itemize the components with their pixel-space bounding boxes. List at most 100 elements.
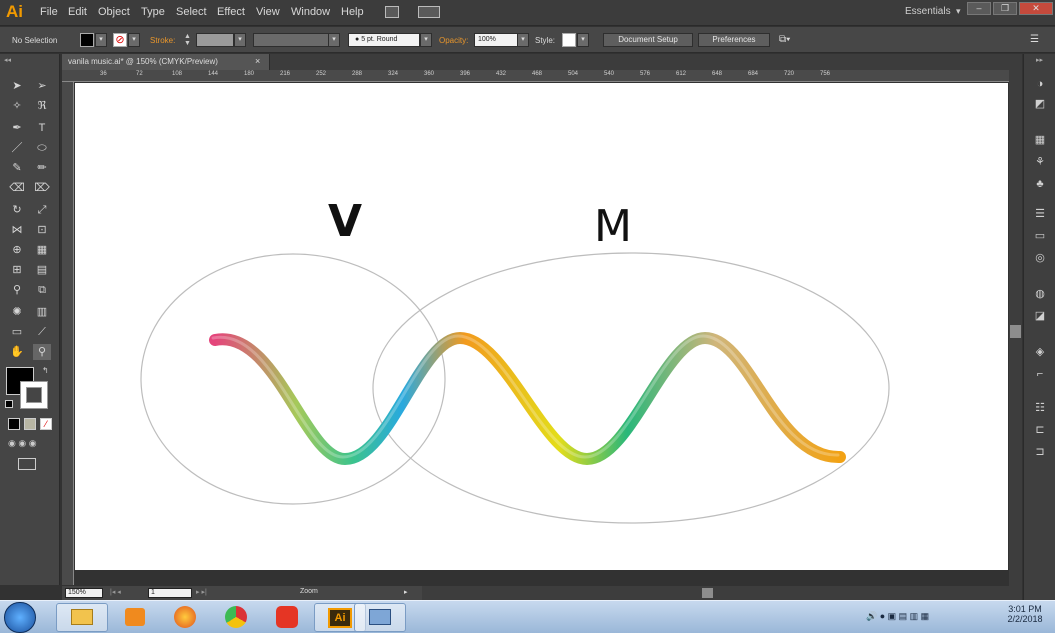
width-tool-icon[interactable]: ⋈ (8, 222, 26, 238)
artboard-tool-icon[interactable]: ▭ (8, 324, 26, 340)
ellipse-tool-icon[interactable]: ⬭ (33, 140, 51, 156)
stroke-weight-dropdown[interactable]: ▾ (234, 33, 246, 47)
scale-tool-icon[interactable]: ⤢ (33, 202, 51, 218)
menu-file[interactable]: File (40, 6, 58, 18)
align-panel-icon[interactable]: ☷ (1031, 400, 1049, 416)
direct-selection-tool-icon[interactable]: ➢ (33, 78, 51, 94)
acrobat-taskbar-icon[interactable] (262, 603, 314, 632)
pen-tool-icon[interactable]: ✒ (8, 120, 26, 136)
menu-type[interactable]: Type (141, 6, 165, 18)
appearance-panel-icon[interactable]: ◍ (1031, 286, 1049, 302)
opacity-field[interactable]: 100% (474, 33, 518, 47)
blend-tool-icon[interactable]: ⧉ (33, 282, 51, 298)
column-graph-tool-icon[interactable]: ▥ (33, 304, 51, 320)
screen-mode-icon[interactable] (18, 458, 36, 470)
color-guide-icon[interactable]: ◩ (1031, 96, 1049, 112)
vertical-ruler[interactable] (62, 82, 74, 585)
stroke-weight-field[interactable] (196, 33, 234, 47)
menu-window[interactable]: Window (291, 6, 330, 18)
artboard-number-field[interactable]: 1 (148, 588, 192, 598)
rotate-tool-icon[interactable]: ↻ (8, 202, 26, 218)
style-swatch[interactable] (562, 33, 576, 47)
opacity-dropdown[interactable]: ▾ (517, 33, 529, 47)
stroke-weight-stepper[interactable]: ▲ ▼ (184, 33, 194, 47)
gradient-mode-icon[interactable] (24, 418, 36, 430)
magic-wand-tool-icon[interactable]: ✧ (8, 98, 26, 114)
drawing-modes-icon[interactable]: ◉ ◉ ◉ (8, 438, 37, 449)
gradient-tool-icon[interactable]: ▤ (33, 262, 51, 278)
artboards-panel-icon[interactable]: ⌐ (1031, 366, 1049, 382)
menu-view[interactable]: View (256, 6, 280, 18)
swap-colors-icon[interactable]: ↰ (42, 366, 49, 375)
horizontal-ruler[interactable]: 36 72 108 144 180 216 252 288 324 360 39… (62, 70, 1012, 82)
stroke-dropdown[interactable]: ▾ (128, 33, 140, 47)
explorer-taskbar-icon[interactable] (56, 603, 108, 632)
line-tool-icon[interactable]: ／ (8, 140, 26, 156)
stroke-swatch[interactable]: ⊘ (113, 33, 127, 47)
shape-builder-tool-icon[interactable]: ⊕ (8, 242, 26, 258)
arrange-documents-icon[interactable] (418, 6, 440, 18)
zoom-tool-icon[interactable]: ⚲ (33, 344, 51, 360)
workspace-switcher[interactable]: Essentials (905, 6, 951, 17)
selection-tool-icon[interactable]: ➤ (8, 78, 26, 94)
chrome-taskbar-icon[interactable] (211, 603, 263, 632)
collapse-icon[interactable]: ◂◂ (4, 56, 11, 64)
slice-tool-icon[interactable]: ⟋ (33, 324, 51, 340)
pencil-tool-icon[interactable]: ✏ (33, 160, 51, 176)
document-setup-button[interactable]: Document Setup (603, 33, 693, 47)
tray-icons[interactable]: 🔊 ● ▣ ▤ ▥ ▦ (866, 611, 929, 622)
symbols-panel-icon[interactable]: ♣ (1031, 176, 1049, 192)
minimize-button[interactable]: – (967, 2, 991, 15)
opacity-label[interactable]: Opacity: (439, 36, 468, 45)
taskbar-clock[interactable]: 3:01 PM 2/2/2018 (995, 604, 1055, 624)
horizontal-scroll-thumb[interactable] (702, 588, 713, 598)
menu-object[interactable]: Object (98, 6, 130, 18)
stroke-panel-icon[interactable]: ☰ (1031, 206, 1049, 222)
arrange-icon[interactable]: ⧉▾ (779, 34, 790, 45)
first-artboard-icon[interactable]: |◂ ◂ (110, 588, 121, 596)
panel-menu-icon[interactable]: ☰ (1030, 34, 1039, 45)
stroke-color-swatch[interactable] (20, 381, 48, 409)
artboard[interactable]: V M (75, 83, 1008, 570)
gradient-panel-icon[interactable]: ▭ (1031, 228, 1049, 244)
next-artboard-icon[interactable]: ▸ ▸| (196, 588, 207, 596)
workspace-chevron-icon[interactable]: ▾ (956, 6, 961, 17)
menu-edit[interactable]: Edit (68, 6, 87, 18)
symbol-sprayer-tool-icon[interactable]: ✺ (8, 304, 26, 320)
restore-button[interactable]: ❐ (993, 2, 1017, 15)
gradient-wave-stroke[interactable] (209, 331, 846, 466)
brushes-panel-icon[interactable]: ⚘ (1031, 154, 1049, 170)
lasso-tool-icon[interactable]: ℜ (33, 98, 51, 114)
eyedropper-tool-icon[interactable]: ⚲ (8, 282, 26, 298)
swatches-panel-icon[interactable]: ▦ (1031, 132, 1049, 148)
menu-effect[interactable]: Effect (217, 6, 245, 18)
start-button[interactable] (4, 602, 36, 633)
profile-dropdown[interactable]: ▾ (328, 33, 340, 47)
dock-collapse-icon[interactable]: ▸▸ (1036, 56, 1043, 64)
media-player-taskbar-icon[interactable] (110, 603, 162, 632)
firefox-taskbar-icon[interactable] (160, 603, 212, 632)
document-tab[interactable]: vanila music.ai* @ 150% (CMYK/Preview) × (62, 54, 270, 70)
menu-help[interactable]: Help (341, 6, 364, 18)
bridge-icon[interactable] (385, 6, 399, 18)
type-tool-icon[interactable]: T (33, 120, 51, 136)
label-v[interactable]: V (328, 196, 362, 247)
label-m[interactable]: M (594, 201, 632, 252)
free-transform-tool-icon[interactable]: ⊡ (33, 222, 51, 238)
venn-circle-v[interactable] (140, 253, 446, 505)
blob-brush-tool-icon[interactable]: ⌫ (8, 180, 26, 196)
fill-swatch[interactable] (80, 33, 94, 47)
status-menu-icon[interactable]: ▸ (404, 588, 408, 596)
brush-dropdown[interactable]: ▾ (420, 33, 432, 47)
zoom-level-field[interactable]: 150% (65, 588, 103, 598)
pathfinder-panel-icon[interactable]: ⊐ (1031, 444, 1049, 460)
vertical-scroll-thumb[interactable] (1010, 325, 1021, 338)
style-dropdown[interactable]: ▾ (577, 33, 589, 47)
hand-tool-icon[interactable]: ✋ (8, 344, 26, 360)
mesh-tool-icon[interactable]: ⊞ (8, 262, 26, 278)
brush-definition[interactable]: ● 5 pt. Round (348, 33, 420, 47)
transform-panel-icon[interactable]: ⊏ (1031, 422, 1049, 438)
eraser-tool-icon[interactable]: ⌦ (33, 180, 51, 196)
paintbrush-tool-icon[interactable]: ✎ (8, 160, 26, 176)
graphic-styles-icon[interactable]: ◪ (1031, 308, 1049, 324)
